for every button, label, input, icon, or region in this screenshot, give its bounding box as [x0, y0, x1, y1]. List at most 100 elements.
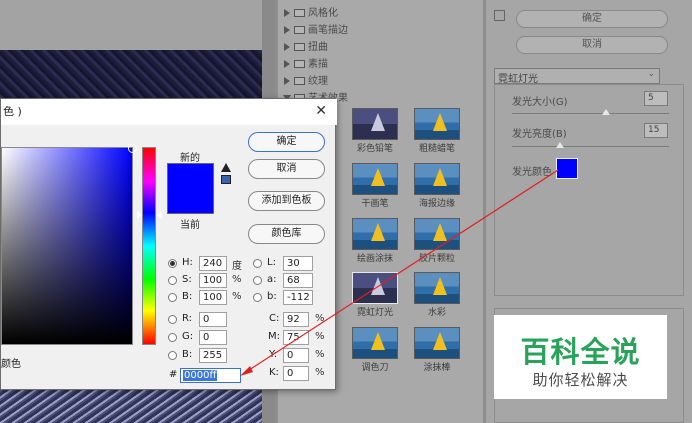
saturation-brightness-field[interactable]	[1, 147, 133, 345]
glow-brightness-slider-handle[interactable]	[556, 142, 564, 148]
hue-slider-left-arrow[interactable]	[137, 211, 142, 219]
r-radio[interactable]	[168, 315, 177, 324]
category-distort[interactable]: 扭曲	[284, 40, 480, 56]
category-texture[interactable]: 纹理	[284, 74, 480, 90]
glow-color-swatch[interactable]	[556, 158, 578, 179]
thumb-rough-pastels[interactable]	[414, 108, 460, 140]
thumb-colored-pencil[interactable]	[352, 108, 398, 140]
glow-brightness-slider[interactable]	[512, 146, 669, 147]
c-input[interactable]: 92	[283, 312, 309, 327]
glow-size-slider[interactable]	[512, 113, 669, 114]
new-color-label: 新的	[180, 153, 200, 164]
preview-texture-bottom	[0, 388, 262, 423]
thumb-dry-brush[interactable]	[352, 163, 398, 195]
current-color-swatch[interactable]	[167, 188, 214, 214]
hex-input[interactable]: 0000ff	[180, 368, 241, 383]
r-input[interactable]: 0	[199, 312, 227, 327]
hex-label: #	[169, 369, 178, 380]
b-unit: %	[232, 291, 242, 302]
add-to-swatches-button[interactable]: 添加到色板	[248, 191, 325, 211]
expand-arrow-icon	[284, 60, 290, 68]
rgb-b-input[interactable]: 255	[199, 348, 227, 363]
watermark-title: 百科全说	[520, 335, 641, 369]
m-unit: %	[315, 331, 325, 342]
color-field-marker[interactable]	[128, 144, 137, 153]
m-input[interactable]: 75	[283, 330, 309, 345]
preview-texture-top	[0, 50, 262, 102]
hue-slider-right-arrow[interactable]	[157, 211, 162, 219]
only-web-colors-label: 颜色	[1, 359, 21, 370]
h-input[interactable]: 240	[199, 256, 227, 271]
h-unit: 度	[232, 261, 242, 272]
s-unit: %	[232, 274, 242, 285]
rgb-b-label: B:	[182, 349, 193, 360]
web-safe-cube-icon[interactable]	[221, 175, 231, 184]
glow-size-label: 发光大小(G)	[512, 97, 568, 108]
l-input[interactable]: 30	[283, 256, 313, 271]
s-radio[interactable]	[168, 276, 177, 285]
rgb-b-radio[interactable]	[168, 351, 177, 360]
chevron-down-icon: ⌄	[647, 69, 655, 79]
filter-select[interactable]: 霓虹灯光 ⌄	[494, 68, 660, 85]
glow-size-slider-handle[interactable]	[602, 109, 610, 115]
thumb-paint-daubs[interactable]	[352, 218, 398, 250]
filter-options-group	[494, 84, 684, 296]
c-label: C:	[269, 313, 280, 324]
h-radio[interactable]	[168, 259, 177, 268]
settings-ok-button[interactable]: 确定	[516, 10, 668, 28]
thumb-label: 绘画涂抹	[356, 254, 393, 264]
collapse-panel-icon[interactable]	[494, 10, 505, 21]
r-label: R:	[182, 313, 193, 324]
glow-color-label: 发光颜色	[512, 167, 552, 178]
a-radio[interactable]	[253, 276, 262, 285]
thumb-smudge-stick[interactable]	[414, 327, 460, 359]
hue-slider[interactable]	[142, 147, 156, 345]
lab-b-input[interactable]: -112	[283, 290, 313, 305]
current-color-label: 当前	[180, 220, 200, 231]
c-unit: %	[315, 313, 325, 324]
glow-brightness-input[interactable]: 15	[644, 123, 668, 138]
thumb-label: 海报边缘	[418, 199, 455, 209]
s-input[interactable]: 100	[199, 273, 227, 288]
thumb-neon-glow[interactable]	[352, 272, 398, 304]
g-radio[interactable]	[168, 333, 177, 342]
h-label: H:	[182, 257, 193, 268]
thumb-label: 水彩	[427, 308, 446, 318]
k-unit: %	[315, 367, 325, 378]
thumb-label: 涂抹棒	[423, 363, 451, 373]
folder-icon	[294, 60, 305, 68]
thumb-watercolor[interactable]	[414, 272, 460, 304]
thumb-poster-edges[interactable]	[414, 163, 460, 195]
b-input[interactable]: 100	[199, 290, 227, 305]
category-brush-strokes[interactable]: 画笔描边	[284, 23, 480, 39]
cancel-button[interactable]: 取消	[248, 159, 325, 179]
thumb-label: 胶片颗粒	[418, 254, 455, 264]
lab-b-label: b:	[267, 291, 277, 302]
glow-brightness-label: 发光亮度(B)	[512, 129, 567, 140]
color-libraries-button[interactable]: 颜色库	[248, 224, 325, 244]
b-radio[interactable]	[168, 293, 177, 302]
folder-icon	[294, 26, 305, 34]
color-picker-dialog: 色 ) ✕ 新的 当前 确定 取消 添加到色板 颜色库 H: 240 度 S: …	[0, 98, 337, 390]
out-of-gamut-warning-icon[interactable]	[221, 163, 231, 172]
a-input[interactable]: 68	[283, 273, 313, 288]
thumb-label: 彩色铅笔	[356, 144, 393, 154]
expand-arrow-icon	[284, 9, 290, 17]
thumb-label: 霓虹灯光	[356, 308, 393, 318]
expand-arrow-icon	[284, 43, 290, 51]
g-input[interactable]: 0	[199, 330, 227, 345]
y-input[interactable]: 0	[283, 348, 309, 363]
l-radio[interactable]	[253, 259, 262, 268]
glow-size-input[interactable]: 5	[644, 91, 668, 106]
category-sketch[interactable]: 素描	[284, 57, 480, 73]
thumb-palette-knife[interactable]	[352, 327, 398, 359]
close-icon[interactable]: ✕	[315, 103, 327, 119]
thumb-film-grain[interactable]	[414, 218, 460, 250]
lab-b-radio[interactable]	[253, 293, 262, 302]
category-stylize[interactable]: 风格化	[284, 6, 480, 22]
ok-button[interactable]: 确定	[248, 132, 325, 152]
y-label: Y:	[269, 349, 278, 360]
settings-cancel-button[interactable]: 取消	[516, 36, 668, 54]
k-label: K:	[269, 367, 279, 378]
k-input[interactable]: 0	[283, 366, 309, 381]
